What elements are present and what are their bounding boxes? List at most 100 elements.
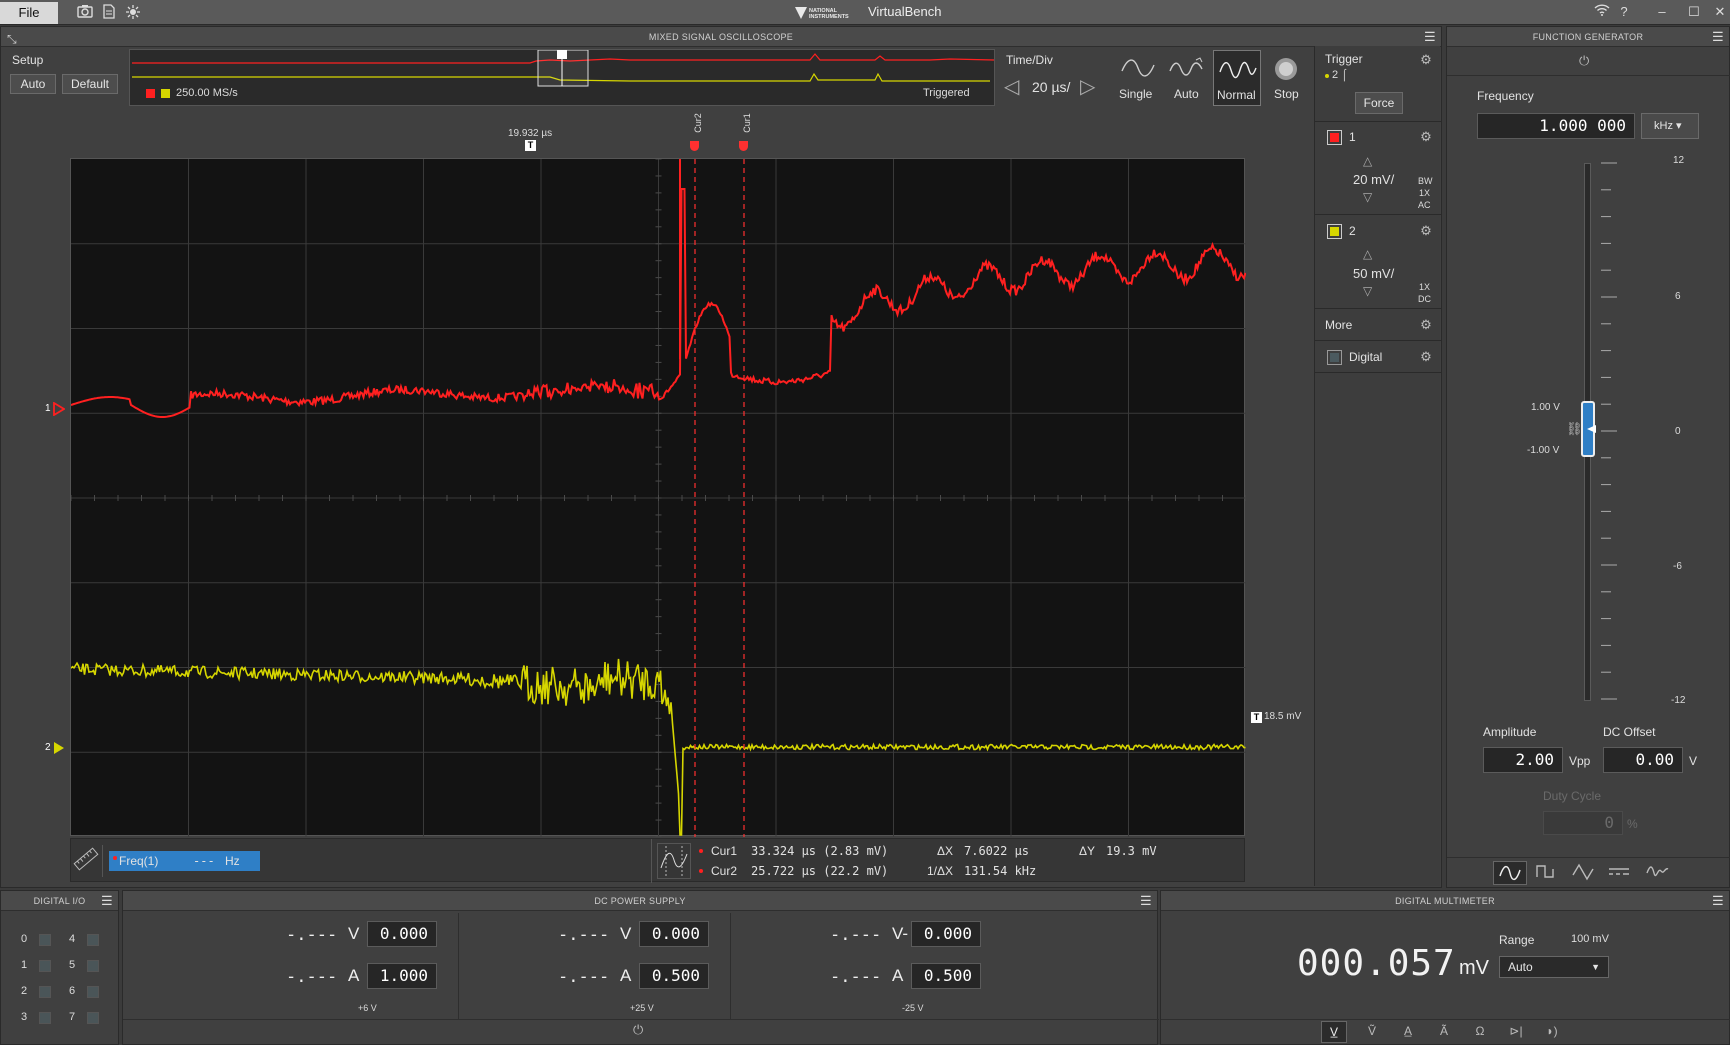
- menu-icon[interactable]: ☰: [100, 894, 114, 908]
- dc-voltage-mode-button[interactable]: V̲: [1321, 1021, 1347, 1043]
- menu-icon[interactable]: ☰: [1711, 894, 1725, 908]
- ch2-scale-down-button[interactable]: ▽: [1363, 284, 1372, 298]
- menu-icon[interactable]: ☰: [1139, 894, 1153, 908]
- divider: [1161, 1019, 1730, 1020]
- range-select[interactable]: Auto ▼: [1499, 956, 1609, 978]
- ch2-number: 2: [1349, 224, 1356, 238]
- more-settings-icon[interactable]: ⚙: [1419, 318, 1433, 332]
- sine-wave-button[interactable]: [1493, 861, 1527, 885]
- dio-line-indicator[interactable]: [39, 934, 51, 946]
- voltage-setpoint-input[interactable]: 0.000: [367, 921, 437, 947]
- trigger-position-marker[interactable]: T: [525, 140, 536, 151]
- scale-0: 0: [1675, 426, 1681, 437]
- continuity-mode-button[interactable]: ◗): [1539, 1021, 1565, 1043]
- triangle-wave-button[interactable]: [1567, 861, 1601, 885]
- maximize-button[interactable]: ☐: [1684, 4, 1704, 20]
- ch2-offset-marker[interactable]: [53, 741, 65, 758]
- ch2-flag-probe: 1X: [1419, 282, 1431, 292]
- ch1-flag-probe: 1X: [1419, 188, 1431, 198]
- cursor2-handle[interactable]: [690, 141, 699, 151]
- current-limit-input[interactable]: 0.500: [639, 963, 709, 989]
- stop-button[interactable]: Stop: [1266, 53, 1306, 105]
- ch1-enable-checkbox[interactable]: [1327, 130, 1342, 145]
- fgen-power-icon[interactable]: ⏻: [1579, 53, 1589, 69]
- digital-settings-icon[interactable]: ⚙: [1419, 350, 1433, 364]
- file-menu[interactable]: File: [0, 2, 58, 24]
- help-button[interactable]: ?: [1614, 4, 1634, 20]
- dio-line-indicator[interactable]: [87, 986, 99, 998]
- more-label[interactable]: More: [1325, 318, 1352, 332]
- force-trigger-button[interactable]: Force: [1355, 92, 1403, 114]
- cursor1-handle[interactable]: [739, 141, 748, 151]
- dio-line-indicator[interactable]: [39, 960, 51, 972]
- waveform-display[interactable]: [70, 158, 1246, 837]
- ac-current-mode-button[interactable]: Ã: [1431, 1021, 1457, 1043]
- ch2-enable-checkbox[interactable]: [1327, 224, 1342, 239]
- ni-logo: NATIONAL INSTRUMENTS: [793, 5, 853, 20]
- normal-mode-button[interactable]: Normal: [1213, 50, 1261, 106]
- ch1-offset-marker[interactable]: [53, 401, 66, 419]
- ch2-settings-icon[interactable]: ⚙: [1419, 224, 1433, 238]
- timediv-decrease-button[interactable]: ◁: [1004, 74, 1024, 100]
- trigger-level-marker[interactable]: T: [1251, 712, 1262, 723]
- auto-label: Auto: [1174, 87, 1199, 101]
- resize-icon[interactable]: ⤡: [7, 29, 17, 49]
- dio-line-indicator[interactable]: [39, 986, 51, 998]
- frequency-input[interactable]: 1.000 000: [1477, 113, 1635, 139]
- ch2-scale[interactable]: 50 mV/: [1353, 266, 1394, 281]
- diode-mode-button[interactable]: ⊳|: [1503, 1021, 1529, 1043]
- default-setup-button[interactable]: Default: [62, 74, 118, 94]
- divider: [1315, 214, 1441, 215]
- dio-line-indicator[interactable]: [87, 1012, 99, 1024]
- auto-mode-button[interactable]: Auto: [1166, 53, 1210, 105]
- link-icon[interactable]: ⛓: [1566, 421, 1583, 437]
- voltage-setpoint-input[interactable]: 0.000: [911, 921, 981, 947]
- dc-offset-input[interactable]: 0.00: [1603, 747, 1683, 773]
- camera-icon[interactable]: [76, 4, 94, 20]
- menu-icon[interactable]: ☰: [1711, 30, 1725, 44]
- freq-measurement[interactable]: Freq(1) --- Hz: [109, 851, 260, 871]
- dio-line-label: 2: [21, 985, 28, 997]
- waveform-overview[interactable]: 250.00 MS/s Triggered: [129, 49, 995, 106]
- ruler-icon[interactable]: [73, 845, 103, 877]
- dio-line-indicator[interactable]: [87, 960, 99, 972]
- trigger-settings-icon[interactable]: ⚙: [1419, 53, 1433, 67]
- frequency-unit-select[interactable]: kHz ▾: [1641, 113, 1699, 139]
- ch1-scale-down-button[interactable]: ▽: [1363, 190, 1372, 204]
- auto-setup-button[interactable]: Auto: [10, 74, 56, 94]
- dropdown-arrow-icon: ▼: [1591, 962, 1600, 972]
- ch1-flag-coupling: AC: [1418, 200, 1431, 210]
- single-mode-button[interactable]: Single: [1116, 53, 1160, 105]
- timediv-increase-button[interactable]: ▷: [1080, 74, 1100, 100]
- ch1-settings-icon[interactable]: ⚙: [1419, 130, 1433, 144]
- ch1-number: 1: [1349, 130, 1356, 144]
- dio-line-indicator[interactable]: [39, 1012, 51, 1024]
- square-wave-button[interactable]: [1531, 861, 1565, 885]
- dc-current-mode-button[interactable]: A̲: [1395, 1021, 1421, 1043]
- resistance-mode-button[interactable]: Ω: [1467, 1021, 1493, 1043]
- current-limit-input[interactable]: 1.000: [367, 963, 437, 989]
- ac-voltage-mode-button[interactable]: Ṽ: [1359, 1021, 1385, 1043]
- divider: [458, 913, 459, 1019]
- cursor-mode-icon[interactable]: [657, 843, 691, 879]
- voltage-setpoint-input[interactable]: 0.000: [639, 921, 709, 947]
- wifi-icon: [1592, 4, 1612, 20]
- current-limit-input[interactable]: 0.500: [911, 963, 981, 989]
- arbitrary-wave-button[interactable]: [1641, 861, 1675, 885]
- document-icon[interactable]: [100, 4, 118, 20]
- ch1-scale[interactable]: 20 mV/: [1353, 172, 1394, 187]
- dc-wave-button[interactable]: [1603, 861, 1637, 885]
- menu-icon[interactable]: ☰: [1423, 30, 1437, 44]
- timediv-value[interactable]: 20 µs/: [1032, 79, 1070, 95]
- current-readback: -.---: [558, 967, 610, 987]
- ch2-swatch: [161, 89, 170, 98]
- ch1-scale-up-button[interactable]: △: [1363, 154, 1372, 168]
- dio-line-indicator[interactable]: [87, 934, 99, 946]
- close-button[interactable]: ✕: [1710, 4, 1730, 20]
- settings-sun-icon[interactable]: [124, 4, 142, 20]
- dcps-power-icon[interactable]: ⏻: [633, 1022, 643, 1038]
- amplitude-input[interactable]: 2.00: [1483, 747, 1563, 773]
- minimize-button[interactable]: –: [1652, 4, 1672, 20]
- ch2-scale-up-button[interactable]: △: [1363, 247, 1372, 261]
- digital-enable-checkbox[interactable]: [1327, 350, 1342, 365]
